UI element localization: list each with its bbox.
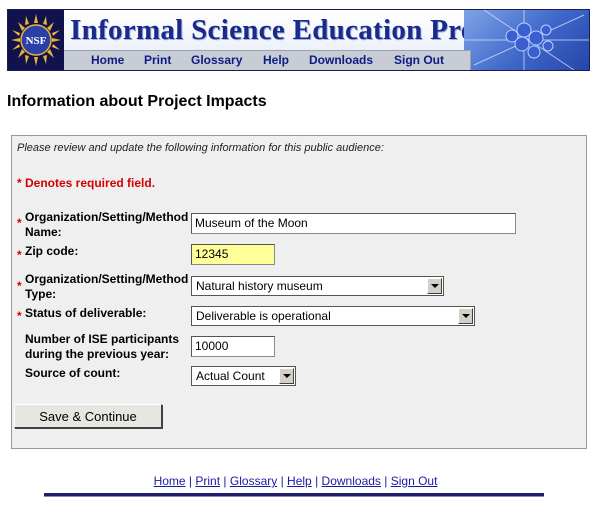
nsf-logo: NSF — [8, 10, 64, 70]
source-select[interactable]: Actual Count — [191, 366, 296, 386]
nav-print[interactable]: Print — [144, 53, 171, 67]
zip-label: Zip code: — [25, 244, 79, 258]
nav-help[interactable]: Help — [263, 53, 289, 67]
footer-link-glossary[interactable]: Glossary — [230, 474, 277, 488]
source-selected: Actual Count — [196, 369, 265, 383]
org-type-selected: Natural history museum — [196, 279, 323, 293]
zip-input[interactable]: 12345 — [191, 244, 275, 265]
save-continue-button[interactable]: Save & Continue — [14, 404, 162, 428]
org-name-input[interactable]: Museum of the Moon — [191, 213, 516, 234]
nav-sign-out[interactable]: Sign Out — [394, 53, 444, 67]
top-nav: Home Print Glossary Help Downloads Sign … — [64, 50, 471, 70]
org-type-label-line1: Organization/Setting/Method — [25, 272, 189, 286]
source-label: Source of count: — [25, 366, 121, 380]
nav-glossary[interactable]: Glossary — [191, 53, 242, 67]
footer-link-home[interactable]: Home — [154, 474, 186, 488]
nav-downloads[interactable]: Downloads — [309, 53, 373, 67]
footer-link-help[interactable]: Help — [287, 474, 312, 488]
molecule-graphic — [464, 10, 589, 70]
participants-label: Number of ISE participants during the pr… — [25, 332, 179, 362]
footer-link-sign-out[interactable]: Sign Out — [391, 474, 438, 488]
org-name-label: Organization/Setting/Method Name: — [25, 210, 188, 240]
required-marker: * — [17, 248, 22, 262]
footer-separator: | — [280, 474, 284, 488]
footer-separator: | — [223, 474, 227, 488]
org-name-label-line2: Name: — [25, 225, 62, 239]
footer-nav: Home | Print | Glossary | Help | Downloa… — [0, 474, 591, 488]
required-field-note: * Denotes required field. — [17, 176, 156, 190]
participants-label-line2: during the previous year: — [25, 347, 170, 361]
page-title: Information about Project Impacts — [7, 93, 267, 110]
form-intro: Please review and update the following i… — [17, 142, 384, 154]
status-label: Status of deliverable: — [25, 306, 147, 320]
nav-home[interactable]: Home — [91, 53, 124, 67]
required-marker: * — [17, 216, 22, 230]
footer-link-print[interactable]: Print — [195, 474, 220, 488]
org-type-label: Organization/Setting/Method Type: — [25, 272, 188, 302]
chevron-down-icon[interactable] — [427, 278, 442, 294]
org-type-select[interactable]: Natural history museum — [191, 276, 444, 296]
chevron-down-icon[interactable] — [279, 368, 294, 384]
org-name-label-line1: Organization/Setting/Method — [25, 210, 189, 224]
nsf-logo-text: NSF — [26, 35, 47, 47]
required-marker: * — [17, 309, 22, 323]
footer-link-downloads[interactable]: Downloads — [322, 474, 381, 488]
status-selected: Deliverable is operational — [196, 309, 331, 323]
site-banner: NSF Informal Science Education Program H… — [7, 9, 590, 71]
participants-input[interactable]: 10000 — [191, 336, 275, 357]
chevron-down-icon[interactable] — [458, 308, 473, 324]
footer-divider — [44, 493, 544, 497]
footer-separator: | — [188, 474, 193, 488]
required-marker: * — [17, 279, 22, 293]
footer-separator: | — [315, 474, 319, 488]
status-select[interactable]: Deliverable is operational — [191, 306, 475, 326]
participants-label-line1: Number of ISE participants — [25, 332, 180, 346]
footer-separator: | — [384, 474, 388, 488]
org-type-label-line2: Type: — [25, 287, 57, 301]
